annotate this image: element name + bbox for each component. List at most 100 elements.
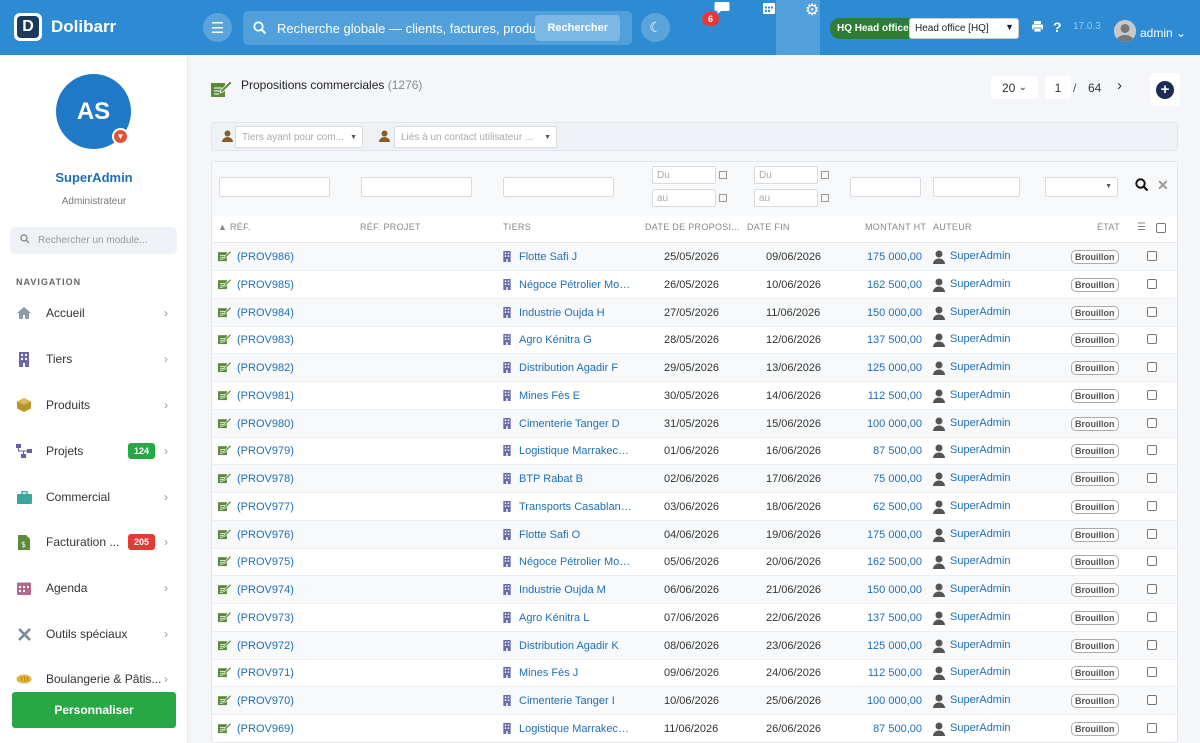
author-link[interactable]: SuperAdmin	[950, 583, 1011, 595]
calendar-icon[interactable]	[719, 171, 727, 179]
list-options-icon[interactable]: ☰	[1137, 222, 1146, 233]
total-pages[interactable]: 64	[1088, 81, 1101, 95]
table-row[interactable]: (PROV981) Mines Fès E 30/05/2026 14/06/2026…	[212, 382, 1177, 410]
tiers-link[interactable]: Flotte Safi J	[519, 251, 634, 263]
proposal-ref-link[interactable]: (PROV978)	[237, 473, 294, 485]
table-row[interactable]: (PROV974) Industrie Oujda M 06/06/2026 21/0…	[212, 576, 1177, 604]
author-link[interactable]: SuperAdmin	[950, 555, 1011, 567]
proposal-ref-link[interactable]: (PROV979)	[237, 445, 294, 457]
author-link[interactable]: SuperAdmin	[950, 472, 1011, 484]
row-checkbox[interactable]	[1147, 251, 1157, 261]
row-checkbox[interactable]	[1147, 389, 1157, 400]
add-proposal-button[interactable]: +	[1150, 73, 1180, 106]
author-link[interactable]: SuperAdmin	[950, 611, 1011, 623]
tiers-link[interactable]: Négoce Pétrolier Moh...	[519, 556, 634, 568]
sidebar-item-agenda[interactable]: Agenda ›	[0, 573, 188, 603]
tiers-link[interactable]: Cimenterie Tanger I	[519, 695, 634, 707]
author-link[interactable]: SuperAdmin	[950, 389, 1011, 401]
row-checkbox[interactable]	[1147, 722, 1157, 733]
proposal-ref-link[interactable]: (PROV975)	[237, 556, 294, 568]
date-prop-to-input[interactable]: au	[652, 189, 716, 207]
proposal-ref-link[interactable]: (PROV983)	[237, 334, 294, 346]
sidebar-user-name[interactable]: SuperAdmin	[0, 170, 188, 185]
dolibarr-logo[interactable]: D	[14, 13, 42, 41]
author-link[interactable]: SuperAdmin	[950, 361, 1011, 373]
author-link[interactable]: SuperAdmin	[950, 500, 1011, 512]
module-search-input[interactable]: Rechercher un module...	[10, 227, 177, 254]
date-end-to-input[interactable]: au	[754, 189, 818, 207]
calendar-icon[interactable]	[719, 194, 727, 202]
author-link[interactable]: SuperAdmin	[950, 666, 1011, 678]
sidebar-item-facturation[interactable]: $ Facturation ... 205 ›	[0, 527, 188, 557]
menu-toggle-button[interactable]: ☰	[203, 13, 232, 42]
table-row[interactable]: (PROV971) Mines Fès J 09/06/2026 24/06/2026…	[212, 659, 1177, 688]
close-icon[interactable]: ✕	[1157, 177, 1169, 194]
ref-project-filter-input[interactable]	[361, 177, 472, 197]
global-search[interactable]: Recherche globale — clients, factures, p…	[243, 11, 632, 45]
tiers-link[interactable]: Industrie Oujda M	[519, 584, 634, 596]
per-page-select[interactable]: 20 ⌄	[991, 76, 1038, 99]
table-row[interactable]: (PROV969) Logistique Marrakech H 11/06/202…	[212, 715, 1177, 742]
tiers-link[interactable]: Logistique Marrakech C	[519, 445, 634, 457]
row-checkbox[interactable]	[1147, 362, 1157, 372]
sidebar-item-outils[interactable]: Outils spéciaux ›	[0, 619, 188, 649]
row-checkbox[interactable]	[1147, 473, 1157, 483]
amount-filter-input[interactable]	[850, 177, 921, 197]
sidebar-item-boulangerie[interactable]: Boulangerie & Pâtis... ›	[0, 664, 188, 694]
tiers-link[interactable]: Industrie Oujda H	[519, 307, 634, 319]
row-checkbox[interactable]	[1147, 278, 1157, 289]
table-row[interactable]: (PROV985) Négoce Pétrolier Moh... 26/05/20…	[212, 271, 1177, 299]
tiers-filter-input[interactable]	[503, 177, 614, 197]
row-checkbox[interactable]	[1147, 695, 1157, 705]
col-header-author[interactable]: AUTEUR	[933, 222, 972, 232]
table-row[interactable]: (PROV977) Transports Casablanc... 03/06/20…	[212, 493, 1177, 521]
col-header-ref[interactable]: RÉF.	[230, 222, 251, 232]
sidebar-item-produits[interactable]: Produits ›	[0, 390, 188, 420]
date-prop-from-input[interactable]: Du	[652, 166, 716, 184]
tiers-link[interactable]: BTP Rabat B	[519, 473, 634, 485]
sidebar-item-accueil[interactable]: Accueil ›	[0, 298, 188, 328]
tiers-commercial-filter[interactable]: Tiers ayant pour com... ▼	[235, 126, 363, 148]
proposal-ref-link[interactable]: (PROV977)	[237, 501, 294, 513]
proposal-ref-link[interactable]: (PROV976)	[237, 529, 294, 541]
tiers-link[interactable]: Mines Fès E	[519, 390, 634, 402]
col-header-tiers[interactable]: TIERS	[503, 222, 531, 232]
row-checkbox[interactable]	[1147, 334, 1157, 345]
search-icon[interactable]	[1135, 178, 1149, 195]
row-checkbox[interactable]	[1147, 556, 1157, 567]
user-menu[interactable]: admin ⌄	[1140, 26, 1186, 40]
tiers-link[interactable]: Transports Casablanc...	[519, 501, 634, 513]
author-link[interactable]: SuperAdmin	[950, 278, 1011, 290]
author-link[interactable]: SuperAdmin	[950, 528, 1011, 540]
row-checkbox[interactable]	[1147, 667, 1157, 678]
tiers-link[interactable]: Cimenterie Tanger D	[519, 418, 634, 430]
sort-asc-icon[interactable]: ▲	[218, 222, 227, 232]
gear-icon[interactable]: ⚙	[805, 0, 819, 20]
tiers-link[interactable]: Agro Kénitra G	[519, 334, 634, 346]
table-row[interactable]: (PROV984) Industrie Oujda H 27/05/2026 11/0…	[212, 298, 1177, 327]
row-checkbox[interactable]	[1147, 306, 1157, 317]
proposal-ref-link[interactable]: (PROV971)	[237, 667, 294, 679]
row-checkbox[interactable]	[1147, 584, 1157, 594]
date-end-from-input[interactable]: Du	[754, 166, 818, 184]
chevron-down-icon[interactable]: ▼	[112, 128, 129, 145]
row-checkbox[interactable]	[1147, 445, 1157, 456]
row-checkbox[interactable]	[1147, 639, 1157, 650]
author-link[interactable]: SuperAdmin	[950, 639, 1011, 651]
col-header-amount[interactable]: MONTANT HT	[865, 222, 926, 232]
proposal-ref-link[interactable]: (PROV970)	[237, 695, 294, 707]
proposal-ref-link[interactable]: (PROV974)	[237, 584, 294, 596]
proposal-ref-link[interactable]: (PROV973)	[237, 612, 294, 624]
table-row[interactable]: (PROV973) Agro Kénitra L 07/06/2026 22/06/2…	[212, 604, 1177, 632]
user-avatar[interactable]	[1114, 20, 1136, 42]
col-header-ref-project[interactable]: RÉF. PROJET	[360, 222, 421, 232]
sidebar-item-tiers[interactable]: Tiers ›	[0, 344, 188, 374]
author-link[interactable]: SuperAdmin	[950, 444, 1011, 456]
table-row[interactable]: (PROV983) Agro Kénitra G 28/05/2026 12/06/2…	[212, 326, 1177, 355]
row-checkbox[interactable]	[1147, 500, 1157, 511]
author-filter-input[interactable]	[933, 177, 1020, 197]
print-icon[interactable]	[1031, 20, 1044, 36]
proposal-ref-link[interactable]: (PROV985)	[237, 279, 294, 291]
tiers-link[interactable]: Distribution Agadir K	[519, 640, 634, 652]
sidebar-item-commercial[interactable]: Commercial ›	[0, 482, 188, 512]
